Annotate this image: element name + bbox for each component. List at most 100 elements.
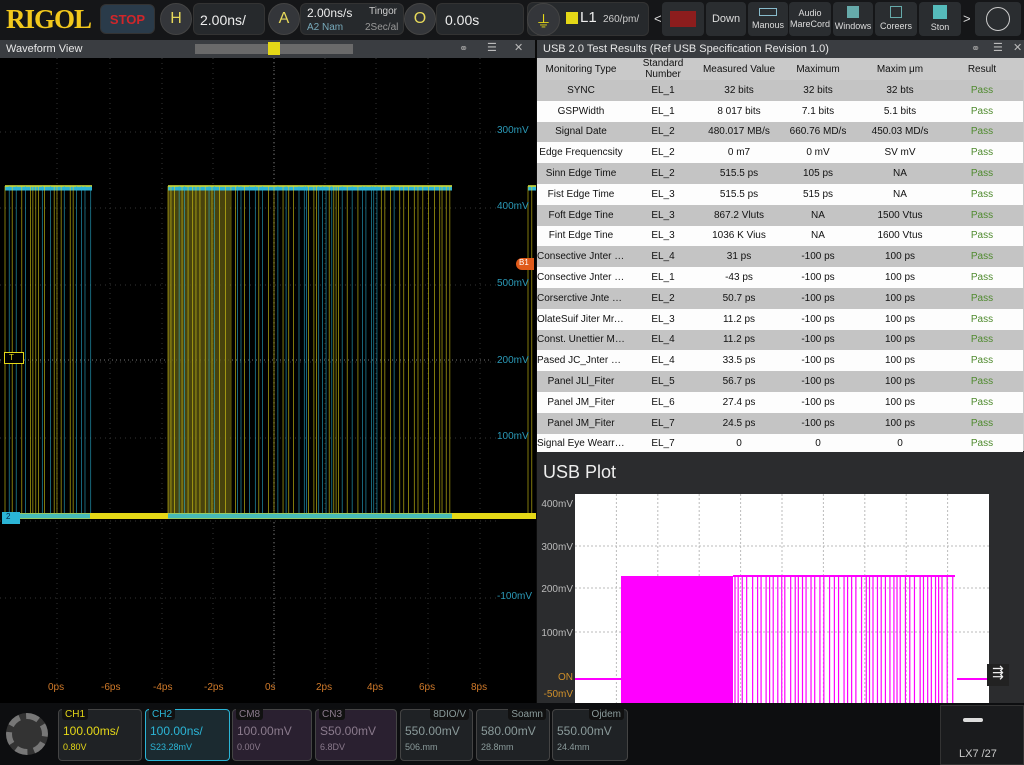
table-row[interactable]: Pased JC_Jnter Plot...EL_433.5 ps-100 ps… bbox=[537, 350, 1023, 372]
link-icon[interactable]: ⚭ bbox=[971, 42, 980, 55]
tool-down[interactable]: Down bbox=[706, 2, 746, 36]
table-row[interactable]: Sinn Edge Time EL_2 515.5 ps 105 ps NA Pass bbox=[537, 163, 1023, 184]
tool-manous[interactable]: Manous bbox=[748, 2, 788, 36]
channel-soamn-box[interactable]: Soamn 580.00mV 28.8mm bbox=[476, 709, 550, 761]
channel-ch1-box[interactable]: CH1 100.00ms/0.80V bbox=[58, 709, 142, 761]
horizontal-button[interactable]: H bbox=[160, 3, 192, 35]
monitoring-type: Consective Jnter M... bbox=[537, 246, 625, 268]
tool-audio-marecord[interactable]: Audio MareCord bbox=[789, 2, 831, 36]
standard-number: EL_6 bbox=[625, 391, 701, 413]
table-row[interactable]: Const. Unettier Mr... EL_4 11.2 ps -100 ps 1… bbox=[537, 329, 1023, 351]
monitoring-type: SYNC bbox=[537, 80, 625, 101]
home-button[interactable] bbox=[975, 2, 1021, 36]
channel-label: CM8 bbox=[236, 709, 264, 720]
monitoring-type: OlateSuif Jiter Mr. II. bbox=[537, 308, 625, 330]
table-row[interactable]: Panel JM_Fiter EL_7 24.5 ps -100 ps 100 ps Pa… bbox=[537, 412, 1023, 434]
tool-windows[interactable]: Windows bbox=[833, 2, 873, 36]
channel-cn3-box[interactable]: CN3 S50.00mV 6.8DV bbox=[315, 709, 397, 761]
maximum: -100 ps bbox=[777, 350, 859, 372]
acquire-button[interactable]: A bbox=[268, 3, 300, 35]
expand-icon[interactable]: ⇶ bbox=[987, 664, 1009, 686]
trigger-source-badge bbox=[566, 12, 578, 24]
monitoring-type: Sinn Edge Time bbox=[537, 163, 625, 184]
tool-coreers[interactable]: Coreers bbox=[875, 2, 917, 36]
column-header[interactable]: Maximum bbox=[777, 58, 859, 80]
menu-icon[interactable]: ☰ bbox=[993, 41, 1003, 54]
offset-display[interactable]: 0.00s bbox=[436, 3, 524, 35]
column-header[interactable]: Standard Number bbox=[625, 58, 701, 80]
channel-ch2-box[interactable]: CH2 100.00ns/S23.28mV bbox=[145, 709, 230, 761]
toolbar-prev[interactable]: < bbox=[654, 11, 662, 26]
table-row[interactable]: Consective Jnter M... EL_1 -43 ps -100 ps 10… bbox=[537, 267, 1023, 288]
measured-value: 515.5 ps bbox=[701, 183, 777, 205]
table-row[interactable]: Edge Frequencsity EL_2 0 m7 0 mV SV mV Pass bbox=[537, 142, 1023, 164]
table-row[interactable]: Consective Jnter M... EL_4 31 ps -100 ps 100… bbox=[537, 246, 1023, 268]
acq-mode: A2 Nam bbox=[307, 22, 344, 33]
standard-number: EL_4 bbox=[625, 246, 701, 268]
table-row[interactable]: Foft Edge Tine EL_3 867.2 Vluts NA 1500 Vtus… bbox=[537, 204, 1023, 226]
tool-label: Windows bbox=[834, 21, 872, 31]
plot-y-label: ON bbox=[558, 672, 573, 683]
minimum: 100 ps bbox=[859, 329, 941, 351]
channel-scale: 550.00mV bbox=[557, 724, 612, 738]
menu-icon[interactable]: ☰ bbox=[487, 41, 497, 54]
table-row[interactable]: Signal Date EL_2 480.017 MB/s 660.76 MD/s 45… bbox=[537, 121, 1023, 143]
minimum: 32 bts bbox=[859, 80, 941, 101]
trigger-display[interactable]: ⏚ L1 260/pm/ bbox=[527, 2, 649, 36]
waveform-display[interactable]: 300mV 400mV 500mV 200mV 100mV -100mV 0ps -6ps -… bbox=[0, 58, 536, 703]
table-row[interactable]: Corserctive Jnte rT... EL_2 50.7 ps -100 ps… bbox=[537, 287, 1023, 309]
y-axis-label: 500mV bbox=[497, 278, 529, 289]
tool-ston[interactable]: Ston bbox=[919, 2, 961, 36]
column-header[interactable]: Maxim μm bbox=[859, 58, 941, 80]
close-icon[interactable]: ✕ bbox=[514, 41, 523, 54]
link-icon[interactable]: ⚭ bbox=[459, 42, 468, 55]
table-row[interactable]: OlateSuif Jiter Mr. II. EL_3 11.2 ps -100 p… bbox=[537, 308, 1023, 330]
toolbar-next[interactable]: > bbox=[963, 11, 971, 26]
result-status: Pass bbox=[941, 391, 1023, 413]
channel-cm8-box[interactable]: CM8 100.00mV 0.00V bbox=[232, 709, 312, 761]
settings-gear-icon[interactable] bbox=[6, 713, 48, 755]
measured-value: 8 017 bits bbox=[701, 100, 777, 122]
column-header[interactable]: Monitoring Type bbox=[537, 58, 625, 80]
column-header[interactable]: Measured Value bbox=[701, 58, 777, 80]
record-button[interactable] bbox=[662, 2, 704, 36]
run-stop-button[interactable]: STOP bbox=[100, 4, 155, 34]
channel-ojdem-box[interactable]: Ojdem 550.00mV 24.4mm bbox=[552, 709, 628, 761]
table-row[interactable]: SYNC EL_1 32 bits 32 bits 32 bts Pass bbox=[537, 80, 1023, 101]
result-status: Pass bbox=[941, 329, 1023, 351]
minimum: NA bbox=[859, 163, 941, 184]
result-status: Pass bbox=[941, 267, 1023, 288]
y-axis-label: 400mV bbox=[497, 201, 529, 212]
maximum: NA bbox=[777, 225, 859, 247]
offset-button[interactable]: O bbox=[404, 3, 436, 35]
reference-marker[interactable]: B1 bbox=[516, 258, 534, 270]
channel-label: CN3 bbox=[319, 709, 346, 720]
column-header[interactable]: Result bbox=[941, 58, 1023, 80]
maximum: 32 bits bbox=[777, 80, 859, 101]
trigger-marker[interactable]: T bbox=[4, 352, 24, 364]
x-axis-label: -6ps bbox=[101, 682, 121, 693]
minimum: 100 ps bbox=[859, 246, 941, 268]
acquire-display[interactable]: 2.00ns/s Tingor A2 Nam 2Sec/al bbox=[300, 3, 404, 35]
close-icon[interactable]: ✕ bbox=[1013, 41, 1022, 54]
channel-8diov-box[interactable]: 8DIO/V 550.00mV 506.mm bbox=[400, 709, 473, 761]
result-status: Pass bbox=[941, 204, 1023, 226]
waveform-view-header: Waveform View ⚭ ☰ ✕ bbox=[0, 40, 535, 58]
tool-label: Down bbox=[711, 12, 741, 25]
table-row[interactable]: Fint Edge Tine EL_3 1036 K Vius NA 1600 Vtus… bbox=[537, 225, 1023, 247]
trigger-position-icon[interactable] bbox=[268, 42, 280, 55]
table-row[interactable]: GSPWidth EL_1 8 017 bits 7.1 bits 5.1 bits Pa… bbox=[537, 100, 1023, 122]
results-table: Monitoring Type Standard Number Measured V… bbox=[537, 58, 1023, 455]
monitoring-type: Panel JM_Fiter bbox=[537, 391, 625, 413]
usb-plot-chart[interactable]: 400mV 300mV 200mV 100mV ON -50mV bbox=[537, 452, 1024, 705]
table-row[interactable]: Panel JM_Fiter EL_6 27.4 ps -100 ps 100 ps Pa… bbox=[537, 391, 1023, 413]
timebase-display[interactable]: 2.00ns/ bbox=[193, 3, 265, 35]
table-row[interactable]: Fist Edge Time EL_3 515.5 ps 515 ps NA Pass bbox=[537, 183, 1023, 205]
channel-2-marker[interactable]: 2 bbox=[2, 512, 20, 524]
channel-scale: S50.00mV bbox=[320, 724, 377, 738]
maximum: -100 ps bbox=[777, 329, 859, 351]
table-row[interactable]: Panel JLl_Fiter EL_5 56.7 ps -100 ps 100 ps P… bbox=[537, 371, 1023, 392]
top-toolbar: RIGOL STOP H 2.00ns/ A 2.00ns/s Tingor A… bbox=[0, 0, 1024, 40]
waveform-canvas bbox=[0, 58, 536, 688]
clock-panel[interactable]: LX7 /27 bbox=[940, 705, 1024, 765]
